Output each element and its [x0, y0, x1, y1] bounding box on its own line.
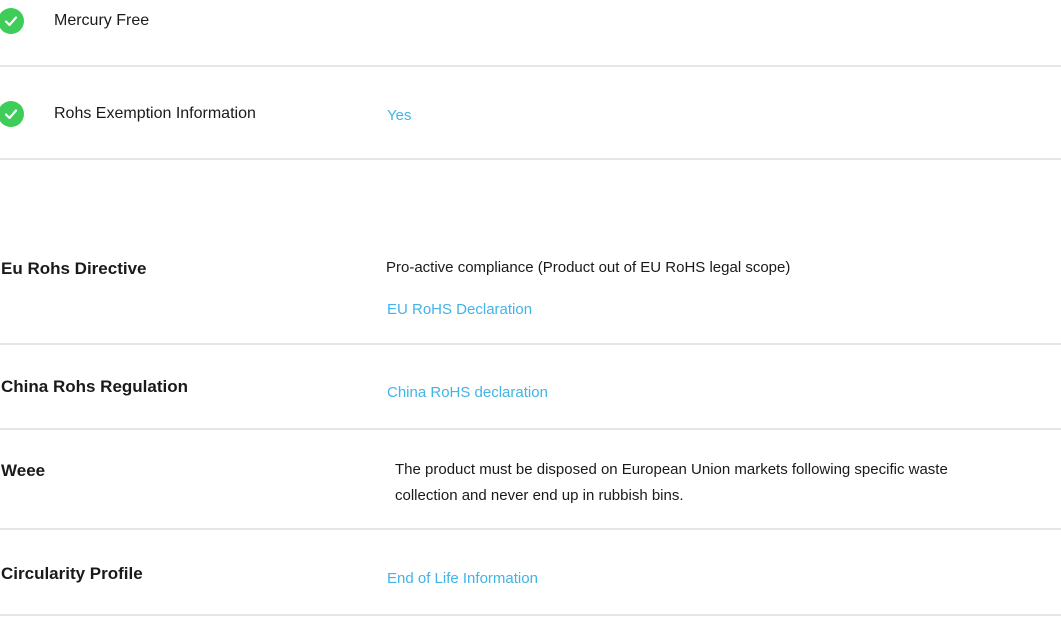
divider — [0, 158, 1061, 160]
divider — [0, 614, 1061, 616]
china-rohs-declaration-link[interactable]: China RoHS declaration — [387, 383, 548, 403]
rohs-exemption-label: Rohs Exemption Information — [54, 105, 256, 122]
check-circle-icon — [0, 8, 24, 34]
weee-label: Weee — [1, 461, 46, 480]
divider — [0, 528, 1061, 530]
eu-rohs-declaration-link[interactable]: EU RoHS Declaration — [387, 300, 532, 320]
end-of-life-information-link[interactable]: End of Life Information — [387, 569, 538, 589]
divider — [0, 343, 1061, 345]
mercury-free-label: Mercury Free — [54, 12, 150, 29]
weee-value-line2: collection and never end up in rubbish b… — [395, 487, 684, 504]
rohs-exemption-yes-link[interactable]: Yes — [387, 106, 411, 126]
eu-rohs-directive-value: Pro-active compliance (Product out of EU… — [386, 259, 791, 276]
circularity-profile-label: Circularity Profile — [1, 564, 143, 583]
weee-value-line1: The product must be disposed on European… — [395, 461, 948, 478]
eu-rohs-directive-label: Eu Rohs Directive — [1, 259, 147, 278]
divider — [0, 428, 1061, 430]
check-circle-icon — [0, 101, 24, 127]
china-rohs-regulation-label: China Rohs Regulation — [1, 377, 188, 396]
divider — [0, 65, 1061, 67]
